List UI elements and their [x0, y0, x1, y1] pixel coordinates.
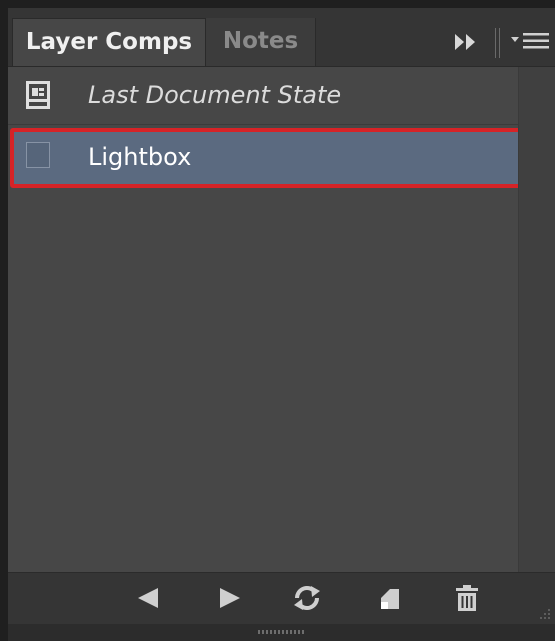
panel-tab-bar: Layer Comps Notes	[8, 8, 555, 67]
document-state-icon	[26, 81, 50, 109]
list-item-lightbox[interactable]: Lightbox	[10, 128, 524, 188]
list-item-label: Lightbox	[88, 143, 192, 171]
comp-swatch-icon	[26, 142, 50, 168]
trash-icon[interactable]	[450, 583, 484, 613]
previous-arrow-icon[interactable]	[132, 583, 166, 613]
list-item-last-document-state[interactable]: Last Document State	[8, 67, 518, 125]
list-scrollbar[interactable]	[518, 67, 555, 572]
tab-notes[interactable]: Notes	[206, 18, 316, 66]
new-comp-icon[interactable]	[372, 583, 406, 613]
list-item-label: Last Document State	[88, 81, 342, 109]
panel-resize-bar[interactable]	[8, 624, 555, 641]
layer-comps-panel: Layer Comps Notes Last Document State Li…	[8, 8, 555, 641]
resize-corner-icon[interactable]	[537, 606, 551, 620]
update-refresh-icon[interactable]	[290, 583, 324, 613]
tab-bar-divider	[495, 28, 500, 58]
resize-grip-icon[interactable]	[258, 630, 306, 634]
double-chevron-right-icon[interactable]	[452, 32, 480, 52]
layer-comps-list: Last Document State Lightbox	[8, 67, 524, 572]
tab-layer-comps[interactable]: Layer Comps	[12, 18, 206, 66]
panel-menu-icon[interactable]	[509, 30, 553, 52]
next-arrow-icon[interactable]	[212, 583, 246, 613]
panel-toolbar	[8, 572, 555, 624]
